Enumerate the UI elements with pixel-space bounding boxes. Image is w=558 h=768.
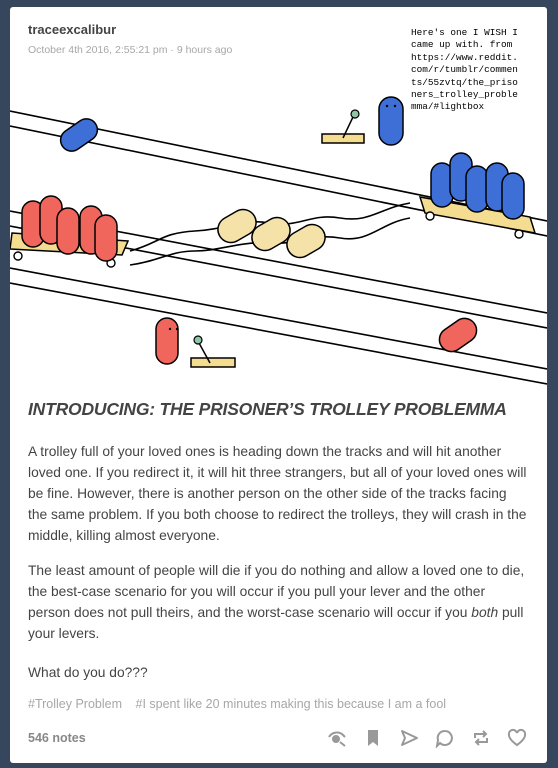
tag-trolley-problem[interactable]: #Trolley Problem [28, 697, 122, 711]
paragraph-2-start: The least amount of people will die if y… [28, 563, 525, 620]
notes-count[interactable]: 546 notes [28, 731, 86, 745]
post-actions [319, 726, 535, 750]
blue-lever [321, 96, 404, 146]
blue-person-on-track [59, 118, 99, 152]
paragraph-2: The least amount of people will die if y… [28, 560, 528, 644]
paragraph-3: What do you do??? [28, 665, 148, 680]
reply-icon[interactable] [427, 726, 463, 750]
tag-spent-20-minutes[interactable]: #I spent like 20 minutes making this bec… [136, 697, 447, 711]
post-username[interactable]: traceexcalibur [28, 22, 116, 37]
reblog-icon[interactable] [463, 726, 499, 750]
red-trolley [10, 195, 130, 268]
red-lever [155, 317, 236, 368]
blue-trolley [418, 152, 537, 239]
post-tags: #Trolley Problem #I spent like 20 minute… [28, 697, 456, 711]
trolley-problem-illustration [10, 96, 547, 385]
share-icon[interactable] [391, 726, 427, 750]
bookmark-icon[interactable] [355, 726, 391, 750]
paragraph-2-emphasis: both [471, 605, 499, 620]
post-card: traceexcalibur October 4th 2016, 2:55:21… [10, 7, 547, 763]
post-timestamp[interactable]: October 4th 2016, 2:55:21 pm · 9 hours a… [28, 44, 232, 56]
eye-icon[interactable] [319, 726, 355, 750]
heart-icon[interactable] [499, 726, 535, 750]
post-heading: INTRODUCING: THE PRISONER’S TROLLEY PROB… [28, 399, 507, 419]
paragraph-1: A trolley full of your loved ones is hea… [28, 444, 527, 543]
